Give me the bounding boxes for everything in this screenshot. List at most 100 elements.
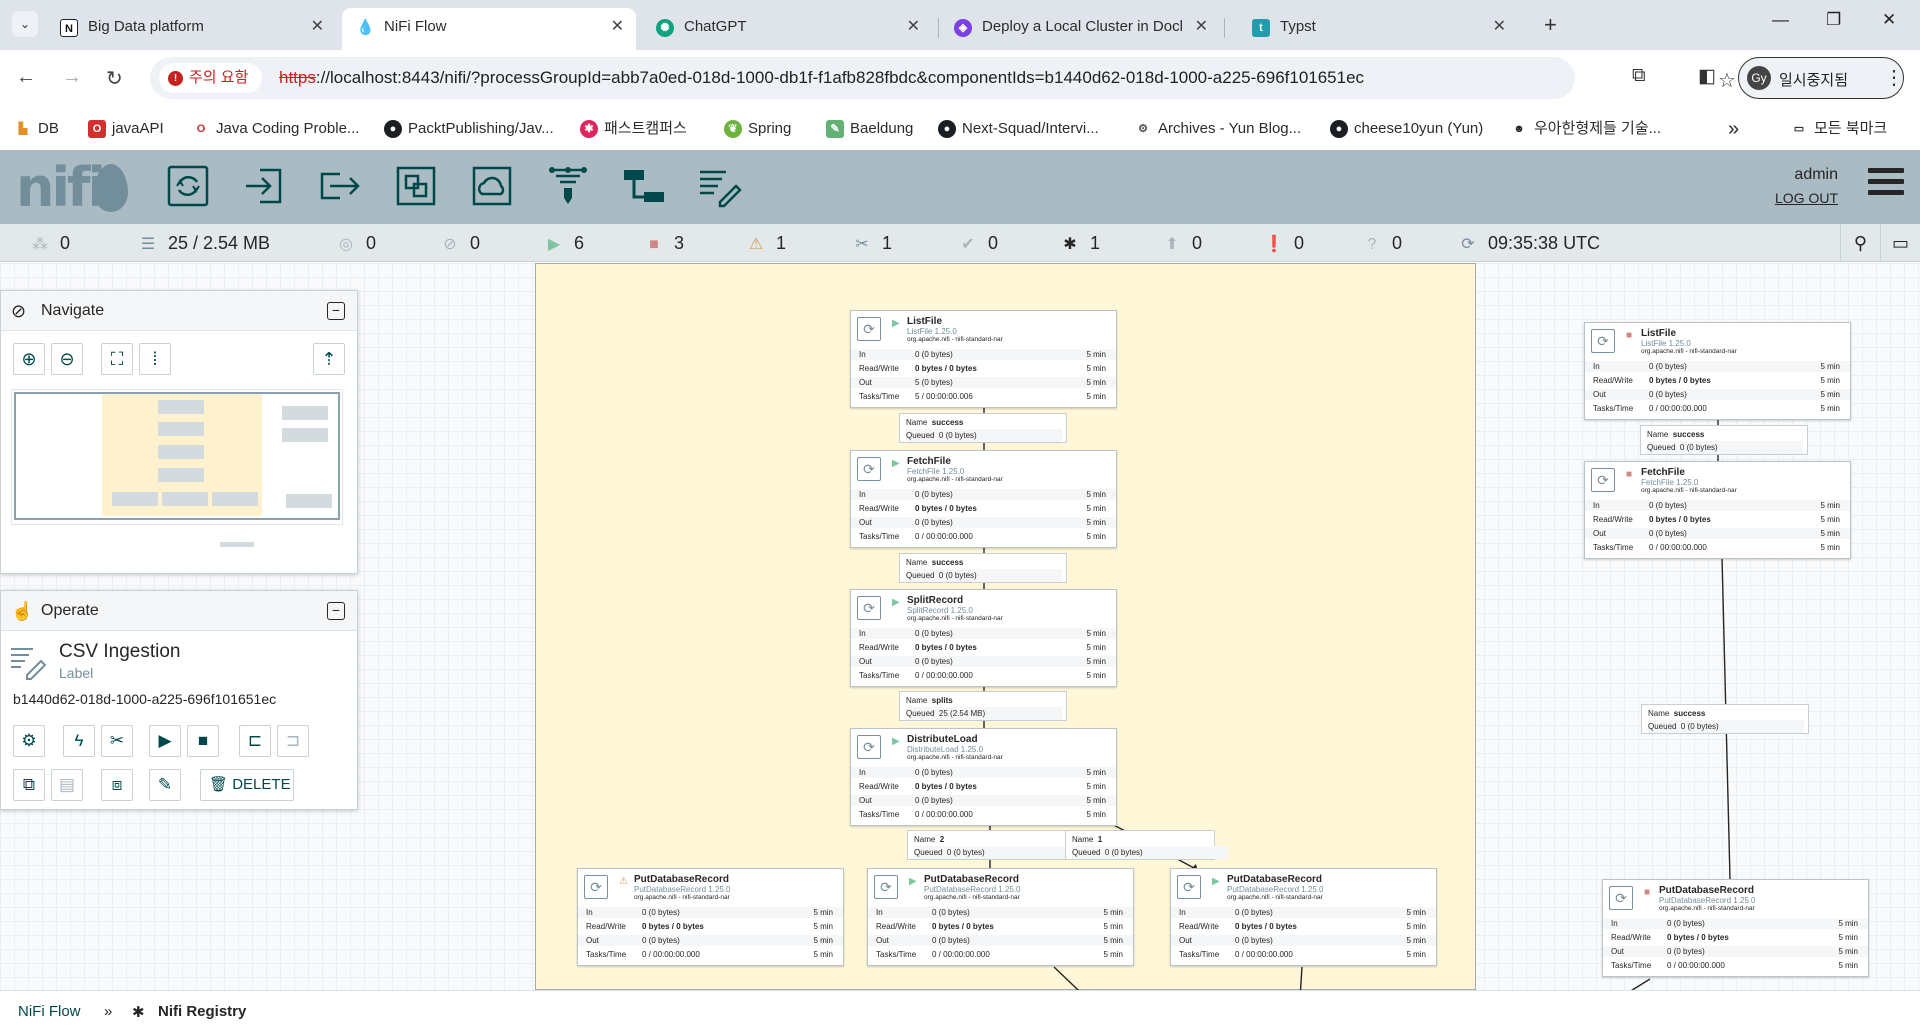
- label-icon[interactable]: [696, 162, 744, 210]
- tab-nifi-flow[interactable]: 💧 NiFi Flow ✕: [342, 8, 636, 50]
- remote-process-group-icon[interactable]: [468, 162, 516, 210]
- bookmark-next-squad[interactable]: ● Next-Squad/Intervi...: [938, 117, 1099, 141]
- processor-listfile[interactable]: ⟳ ▶ ListFile ListFile 1.25.0 org.apache.nifi…: [850, 310, 1117, 408]
- bookmark-javaapi[interactable]: OjavaAPI: [88, 117, 164, 141]
- leave-group-icon[interactable]: ⇡: [313, 343, 345, 375]
- tab-typst[interactable]: t Typst ✕: [1238, 8, 1518, 50]
- paste-icon[interactable]: ▤: [51, 769, 83, 801]
- profile-button[interactable]: Gy 일시중지됨: [1738, 57, 1904, 99]
- connection-label[interactable]: Name 2 Queued 0 (0 bytes): [907, 830, 1083, 860]
- start-play-icon[interactable]: ▶: [149, 725, 181, 757]
- funnel-icon[interactable]: [544, 162, 592, 210]
- bookmark-java-coding[interactable]: O Java Coding Proble...: [192, 117, 359, 141]
- reload-icon[interactable]: ↻: [106, 66, 123, 91]
- processor-listfile[interactable]: ⟳ ■ ListFile ListFile 1.25.0 org.apache.nifi…: [1584, 322, 1851, 420]
- collapse-icon[interactable]: −: [327, 302, 345, 320]
- processor-putdatabaserecord[interactable]: ⟳ ⚠ PutDatabaseRecord PutDatabaseRecord 1.2…: [577, 868, 844, 966]
- bookmark-star-icon[interactable]: ☆: [1718, 68, 1736, 93]
- template-icon[interactable]: [620, 162, 668, 210]
- all-bookmarks[interactable]: ▭ 모든 북마크: [1790, 117, 1887, 141]
- new-tab-plus-icon[interactable]: +: [1544, 12, 1557, 38]
- kebab-menu-icon[interactable]: ⋮: [1884, 65, 1904, 90]
- processor-stat-row: In 0 (0 bytes) 5 min: [578, 907, 843, 918]
- processor-splitrecord[interactable]: ⟳ ▶ SplitRecord SplitRecord 1.25.0 org.apach…: [850, 589, 1117, 687]
- process-group-icon[interactable]: [392, 162, 440, 210]
- zoom-out-icon[interactable]: ⊖: [51, 343, 83, 375]
- birdseye-view[interactable]: [11, 389, 343, 547]
- connection-label[interactable]: Name success Queued 0 (0 bytes): [1641, 704, 1809, 734]
- close-tab-icon[interactable]: ✕: [1195, 8, 1208, 46]
- bookmark-woowahan[interactable]: ☻ 우아한형제들 기술...: [1510, 117, 1661, 141]
- side-panel-icon[interactable]: ◧: [1698, 65, 1716, 88]
- delete-button[interactable]: 🗑 DELETE: [200, 769, 294, 801]
- actual-size-icon[interactable]: ⁞: [139, 343, 171, 375]
- refresh-stat[interactable]: ⟳ 09:35:38 UTC: [1458, 233, 1600, 253]
- connection-label[interactable]: Name success Queued 0 (0 bytes): [899, 413, 1067, 443]
- back-arrow-icon[interactable]: ←: [16, 66, 36, 89]
- group-icon[interactable]: ⧈: [101, 769, 133, 801]
- address-bar[interactable]: ! 주의 요함 https://localhost:8443/nifi/?pro…: [150, 57, 1736, 99]
- tab-chatgpt[interactable]: ✺ ChatGPT ✕: [642, 8, 932, 50]
- tab-big-data-platform[interactable]: N Big Data platform ✕: [46, 8, 336, 50]
- logout-link[interactable]: LOG OUT: [1775, 190, 1838, 206]
- processor-putdatabaserecord[interactable]: ⟳ ■ PutDatabaseRecord PutDatabaseRecord 1.2…: [1602, 879, 1869, 977]
- search-icon[interactable]: ⚲: [1840, 224, 1880, 262]
- color-brush-icon[interactable]: ✎: [149, 769, 181, 801]
- bookmark-db[interactable]: ▙ DB: [14, 117, 59, 141]
- stop-square-icon[interactable]: ■: [187, 725, 219, 757]
- connection-label[interactable]: Name success Queued 0 (0 bytes): [899, 553, 1067, 583]
- breadcrumb-root[interactable]: NiFi Flow: [18, 1003, 81, 1020]
- enable-bolt-icon[interactable]: ϟ: [63, 725, 95, 757]
- bookmark-spring[interactable]: ❦ Spring: [724, 117, 791, 141]
- bookmark-baeldung[interactable]: ✎ Baeldung: [826, 117, 913, 141]
- close-tab-icon[interactable]: ✕: [907, 8, 920, 46]
- connection-line[interactable]: [1053, 966, 1120, 990]
- connection-label[interactable]: Name success Queued 0 (0 bytes): [1640, 425, 1808, 455]
- output-port-icon[interactable]: [316, 162, 364, 210]
- close-tab-icon[interactable]: ✕: [1493, 8, 1506, 46]
- forward-arrow-icon[interactable]: →: [62, 66, 82, 89]
- tab-search-chevron-icon[interactable]: ⌄: [12, 11, 38, 37]
- navigate-header[interactable]: ⊘ Navigate −: [1, 291, 357, 331]
- zoom-in-icon[interactable]: ⊕: [13, 343, 45, 375]
- bookmark-yun-blog[interactable]: ⚙ Archives - Yun Blog...: [1134, 117, 1301, 141]
- processor-distributeload[interactable]: ⟳ ▶ DistributeLoad DistributeLoad 1.25.0 org…: [850, 728, 1117, 826]
- conn-label: Queued: [1648, 722, 1677, 731]
- stat-value: 0 (0 bytes): [915, 796, 953, 805]
- restore-icon[interactable]: ❐: [1826, 10, 1841, 30]
- birdseye-viewport[interactable]: [14, 392, 340, 520]
- processor-fetchfile[interactable]: ⟳ ■ FetchFile FetchFile 1.25.0 org.apache.ni…: [1584, 461, 1851, 559]
- extensions-puzzle-icon[interactable]: ⧉: [1632, 65, 1646, 87]
- fit-screen-icon[interactable]: ⛶: [101, 343, 133, 375]
- input-port-icon[interactable]: [240, 162, 288, 210]
- bookmark-cheese10yun[interactable]: ● cheese10yun (Yun): [1330, 117, 1483, 141]
- processor-putdatabaserecord[interactable]: ⟳ ▶ PutDatabaseRecord PutDatabaseRecord 1.2…: [1170, 868, 1437, 966]
- processor-component-icon[interactable]: [164, 162, 212, 210]
- connection-label[interactable]: Name splits Queued 25 (2.54 MB): [899, 691, 1067, 721]
- close-tab-icon[interactable]: ✕: [311, 8, 324, 46]
- tab-deploy-local-cluster[interactable]: ◈ Deploy a Local Cluster in Dock ✕: [940, 8, 1220, 50]
- minimize-icon[interactable]: —: [1772, 10, 1789, 30]
- close-window-icon[interactable]: ✕: [1882, 10, 1896, 30]
- connection-line[interactable]: [1298, 966, 1303, 990]
- processor-fetchfile[interactable]: ⟳ ▶ FetchFile FetchFile 1.25.0 org.apache.ni…: [850, 450, 1117, 548]
- processor-putdatabaserecord[interactable]: ⟳ ▶ PutDatabaseRecord PutDatabaseRecord 1.2…: [867, 868, 1134, 966]
- global-menu-icon[interactable]: [1868, 168, 1904, 200]
- close-tab-icon[interactable]: ✕: [611, 8, 624, 46]
- security-warning-chip[interactable]: ! 주의 요함: [159, 63, 263, 93]
- disable-icon[interactable]: ✂: [101, 725, 133, 757]
- bookmark-packt[interactable]: ● PacktPublishing/Jav...: [384, 117, 554, 141]
- collapse-icon[interactable]: −: [327, 602, 345, 620]
- url-text[interactable]: https://localhost:8443/nifi/?processGrou…: [279, 68, 1364, 88]
- processor-name: FetchFile: [1641, 467, 1685, 478]
- operate-header[interactable]: ☝ Operate −: [1, 591, 357, 631]
- bookmarks-overflow-icon[interactable]: »: [1728, 117, 1739, 141]
- bookmark-fastcampus[interactable]: ✱ 패스트캠퍼스: [580, 117, 687, 141]
- upload-template-icon[interactable]: ⊐: [277, 725, 309, 757]
- connection-line[interactable]: [1568, 978, 1651, 990]
- create-template-icon[interactable]: ⊏: [239, 725, 271, 757]
- bulletin-board-icon[interactable]: ▭: [1880, 224, 1920, 262]
- connection-label[interactable]: Name 1 Queued 0 (0 bytes): [1065, 830, 1228, 860]
- configure-gear-icon[interactable]: ⚙: [13, 725, 45, 757]
- copy-icon[interactable]: ⧉: [13, 769, 45, 801]
